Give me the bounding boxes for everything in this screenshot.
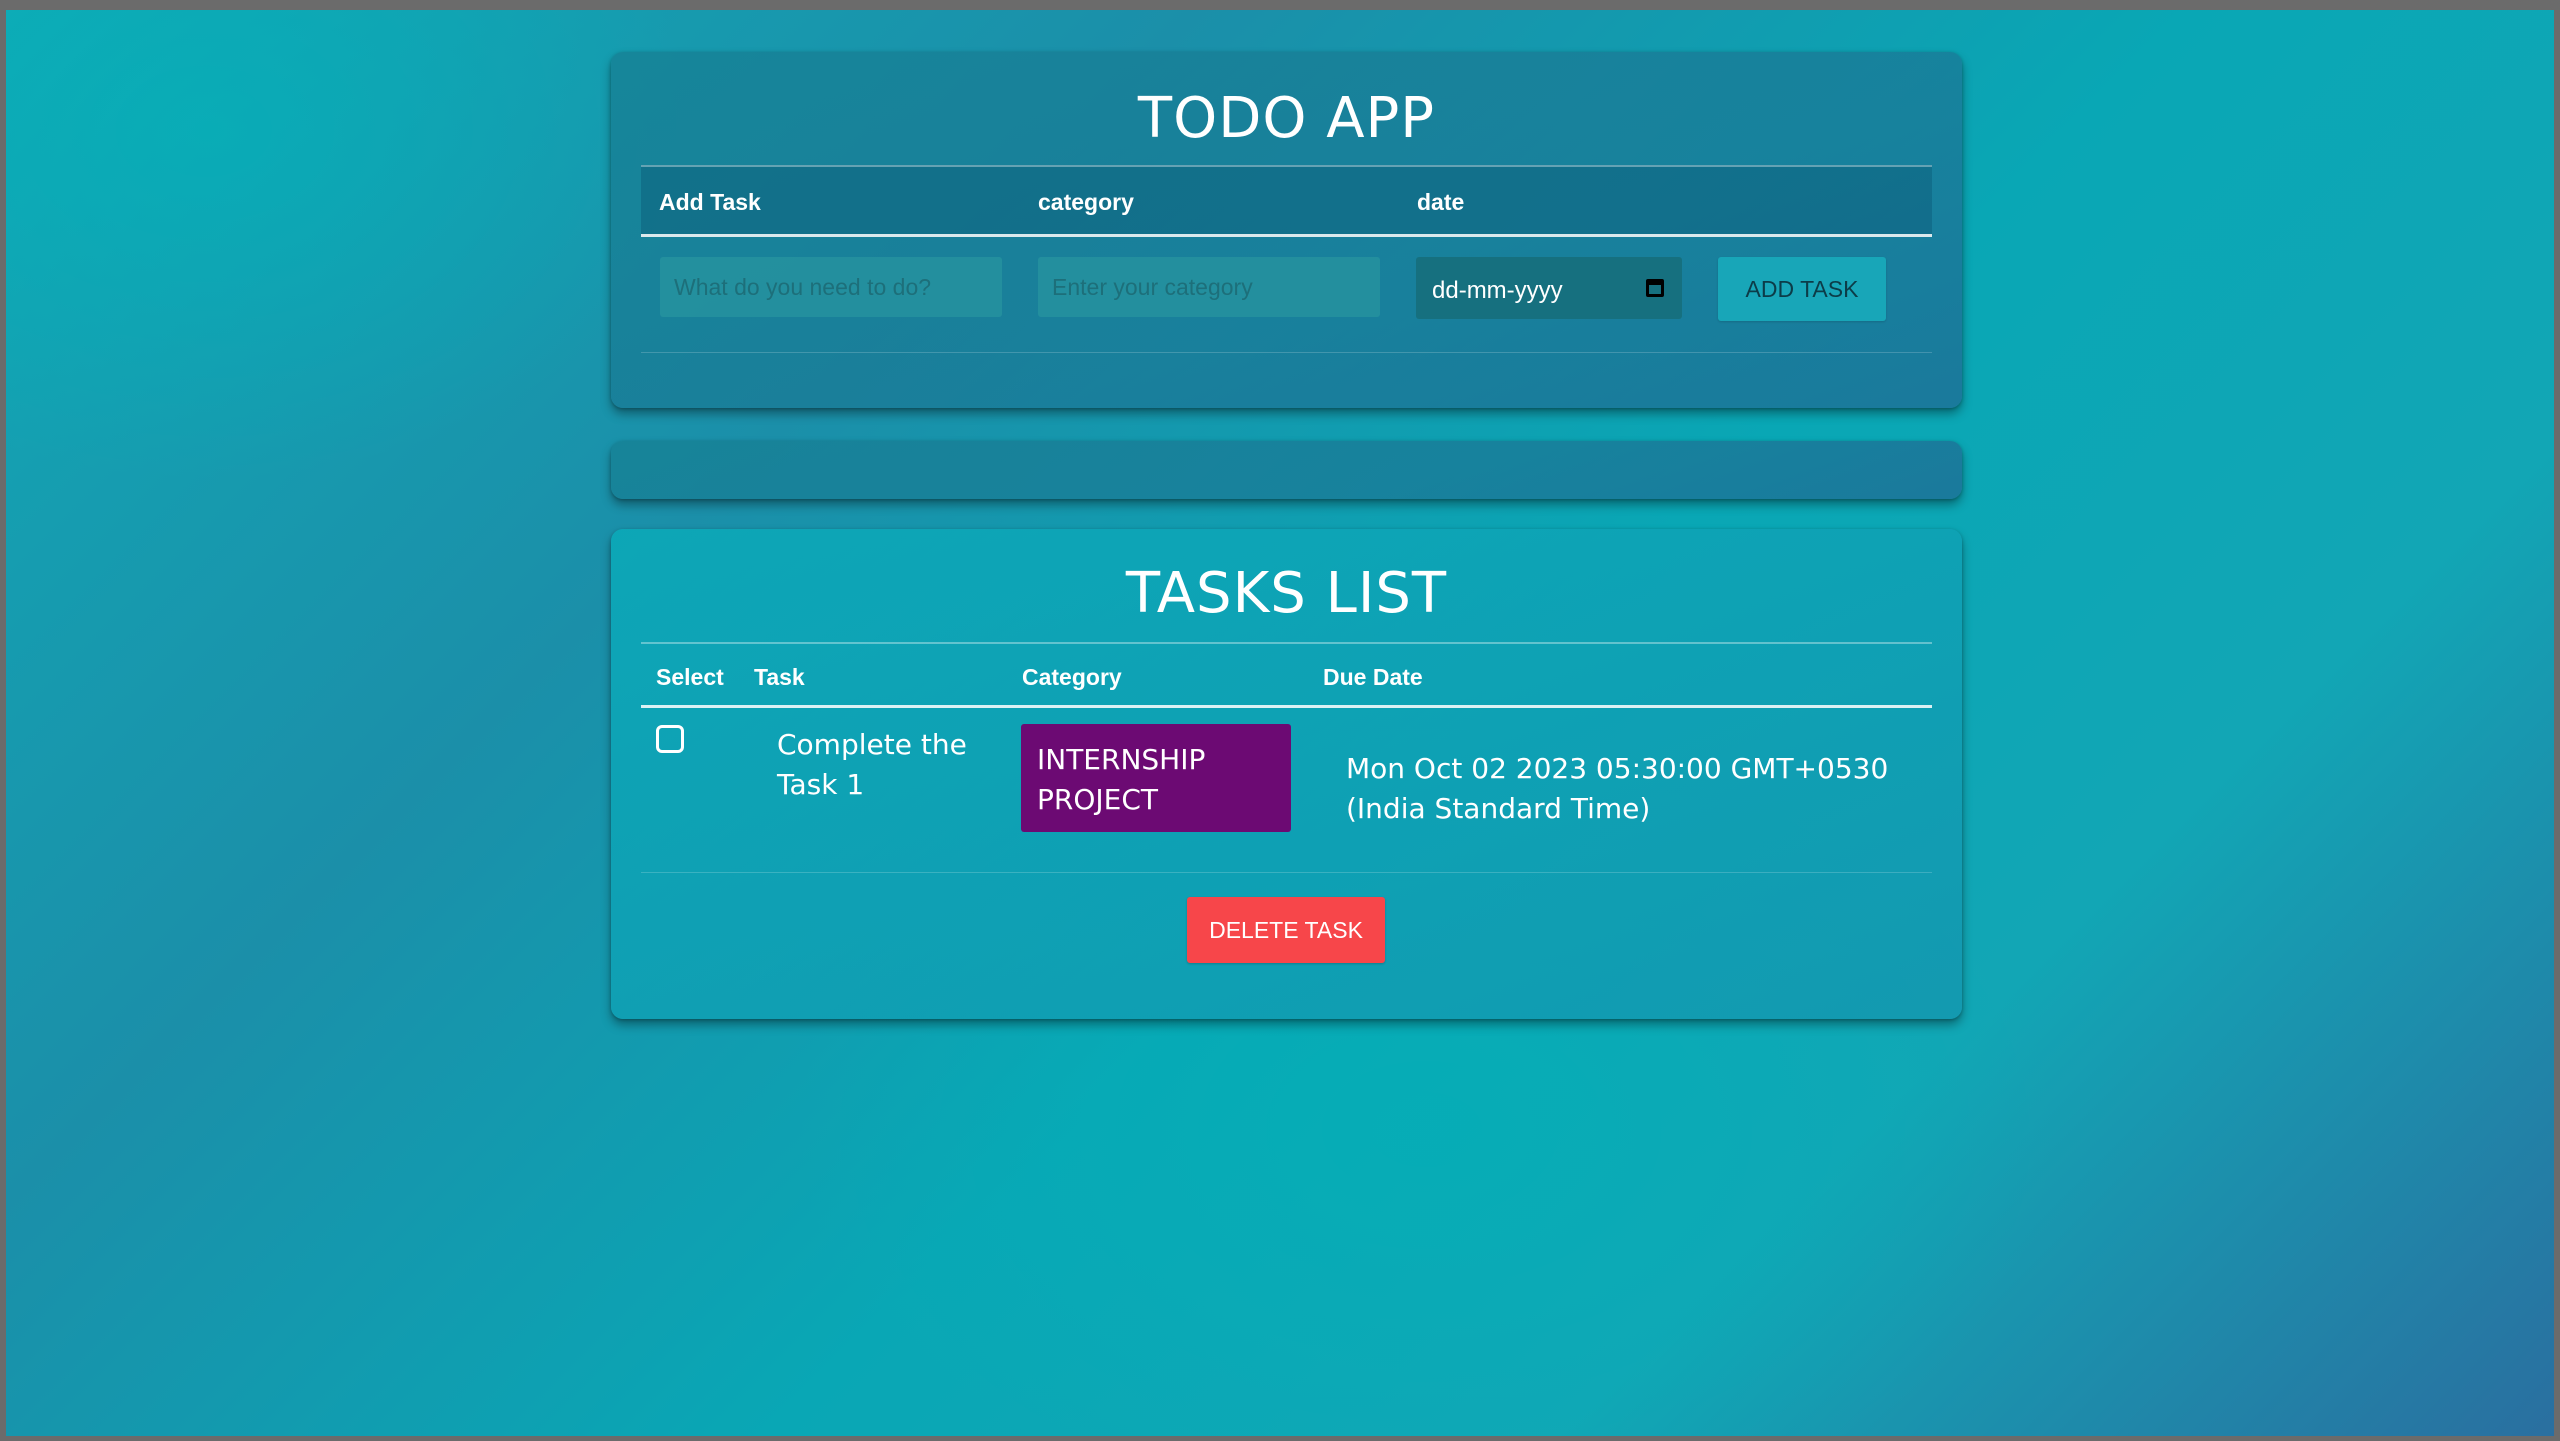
- tasks-header-row: Select Task Category Due Date: [641, 642, 1932, 708]
- date-header: date: [1417, 189, 1465, 215]
- task-header: Task: [754, 664, 805, 690]
- form-divider: [641, 352, 1932, 353]
- date-input-value: dd-mm-yyyy: [1432, 277, 1563, 304]
- select-header: Select: [656, 664, 724, 690]
- app-background: TODO APP Add Task category date dd-mm-yy…: [6, 10, 2554, 1436]
- category-column-header: Category: [1022, 664, 1122, 690]
- category-badge: INTERNSHIP PROJECT: [1021, 724, 1291, 832]
- task-input[interactable]: [660, 257, 1002, 317]
- tasks-list-title: TASKS LIST: [1125, 561, 1448, 626]
- date-input[interactable]: dd-mm-yyyy: [1416, 257, 1682, 319]
- spacer-card: [611, 441, 1962, 499]
- row-divider: [641, 872, 1932, 873]
- add-task-header: Add Task: [659, 189, 761, 215]
- app-title: TODO APP: [1137, 86, 1436, 151]
- delete-task-button[interactable]: DELETE TASK: [1187, 897, 1385, 963]
- category-input[interactable]: [1038, 257, 1380, 317]
- task-select-checkbox[interactable]: [656, 725, 684, 753]
- due-date: Mon Oct 02 2023 05:30:00 GMT+0530 (India…: [1346, 752, 1889, 825]
- form-header-row: Add Task category date: [641, 165, 1932, 237]
- calendar-icon[interactable]: [1646, 279, 1664, 297]
- tasks-list-card: TASKS LIST Select Task Category Due Date…: [611, 529, 1962, 1019]
- add-task-card: TODO APP Add Task category date dd-mm-yy…: [611, 52, 1962, 408]
- add-task-button[interactable]: ADD TASK: [1718, 257, 1886, 321]
- category-header: category: [1038, 189, 1134, 215]
- task-name: Complete the Task 1: [777, 728, 967, 801]
- due-date-header: Due Date: [1323, 664, 1423, 690]
